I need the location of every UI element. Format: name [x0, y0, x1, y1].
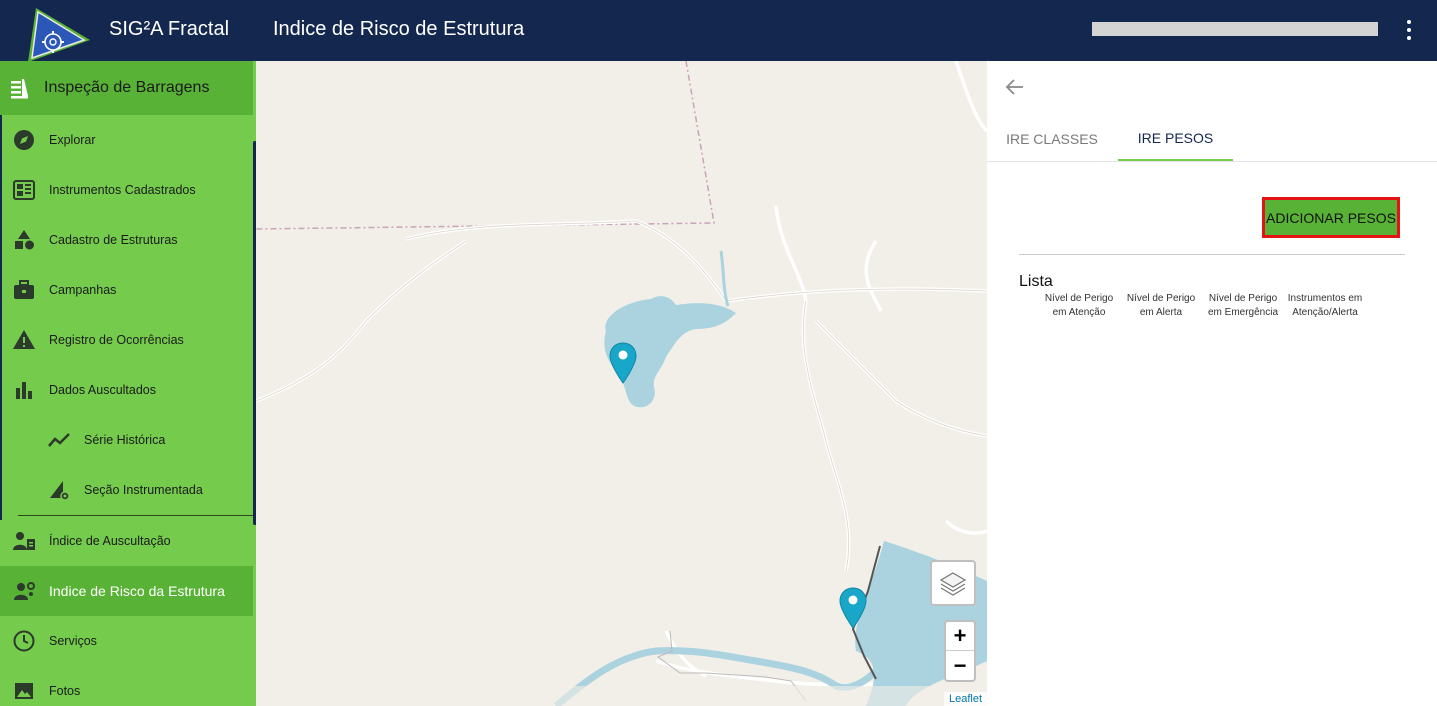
sidebar: Inspeção de Barragens Explorar Instrumen… [0, 61, 256, 706]
clock-icon [13, 630, 35, 652]
sidebar-item-campanhas[interactable]: Campanhas [0, 265, 253, 315]
divider [1019, 254, 1405, 255]
sidebar-item-label: Instrumentos Cadastrados [49, 183, 196, 197]
sidebar-item-fotos[interactable]: Fotos [0, 666, 253, 706]
column-header-line: Nível de Perigo [1044, 293, 1114, 304]
map-view[interactable]: + − Leaflet [256, 61, 987, 706]
sidebar-item-label: Dados Auscultados [49, 383, 157, 397]
column-header-line: Atenção/Alerta [1292, 307, 1358, 318]
shapes-icon [15, 230, 34, 250]
layers-icon [939, 572, 967, 596]
layers-control-button[interactable] [930, 560, 976, 606]
sidebar-item-indice-risco[interactable]: Indice de Risco da Estrutura [0, 566, 253, 616]
sidebar-item-label: Campanhas [49, 283, 117, 297]
sidebar-item-label: Serviços [49, 634, 97, 648]
user-name-placeholder [1092, 22, 1378, 36]
sidebar-item-serie-historica[interactable]: Série Histórica [0, 415, 253, 465]
sidebar-item-label: Explorar [49, 133, 96, 147]
compass-icon [14, 130, 34, 150]
sidebar-item-cadastro-estruturas[interactable]: Cadastro de Estruturas [0, 215, 253, 265]
sidebar-item-label: Indice de Risco da Estrutura [49, 583, 225, 599]
section-gear-icon [50, 481, 70, 501]
column-header-line: Nível de Perigo [1126, 293, 1196, 304]
sidebar-item-servicos[interactable]: Serviços [0, 616, 253, 666]
page-title: Indice de Risco de Estrutura [273, 18, 525, 40]
app-header: SIG²A Fractal Indice de Risco de Estrutu… [0, 0, 1437, 64]
sidebar-item-dados-auscultados[interactable]: Dados Auscultados [0, 365, 253, 415]
column-header-line: em Emergência [1207, 307, 1279, 318]
gear-triangle-logo-icon[interactable] [20, 2, 94, 64]
sidebar-item-label: Série Histórica [84, 433, 166, 447]
sidebar-item-label: Fotos [49, 684, 81, 698]
map-marker-icon[interactable] [608, 341, 638, 387]
sidebar-item-instrumentos[interactable]: Instrumentos Cadastrados [0, 165, 253, 215]
column-header-emergencia[interactable]: Nível de Perigo em Emergência [1202, 292, 1284, 320]
sidebar-item-secao-instrumentada[interactable]: Seção Instrumentada [0, 465, 253, 515]
tab-ire-classes[interactable]: IRE CLASSES [999, 117, 1105, 161]
person-gear-icon [14, 582, 35, 600]
column-header-instrumentos[interactable]: Instrumentos em Atenção/Alerta [1284, 292, 1366, 320]
dashboard-icon [13, 180, 35, 200]
photo-icon [15, 683, 33, 699]
sidebar-module-title: Inspeção de Barragens [44, 79, 210, 96]
zoom-control: + − [944, 620, 976, 682]
zoom-in-button[interactable]: + [946, 622, 974, 651]
map-marker-icon[interactable] [838, 586, 868, 632]
warning-icon [13, 330, 35, 349]
dam-module-icon [11, 79, 28, 99]
add-weights-button[interactable]: ADICIONAR PESOS [1262, 197, 1400, 238]
list-title: Lista [1019, 273, 1053, 290]
sidebar-module-header[interactable]: Inspeção de Barragens [0, 61, 253, 115]
column-header-line: Nível de Perigo [1208, 293, 1278, 304]
column-header-line: em Atenção [1052, 307, 1106, 318]
app-title: SIG²A Fractal [109, 18, 230, 40]
sidebar-item-explorar[interactable]: Explorar [0, 115, 253, 165]
column-header-line: Instrumentos em [1287, 293, 1363, 304]
column-header-line: em Alerta [1139, 307, 1183, 318]
map-attribution-link[interactable]: Leaflet [943, 692, 987, 706]
more-vert-icon[interactable] [1398, 17, 1420, 43]
sidebar-item-label: Seção Instrumentada [84, 483, 203, 497]
tab-bar: IRE CLASSES IRE PESOS [987, 117, 1437, 162]
trend-line-icon [48, 433, 70, 447]
briefcase-icon [14, 280, 34, 299]
person-clipboard-icon [13, 532, 35, 550]
sidebar-item-registro-ocorrencias[interactable]: Registro de Ocorrências [0, 315, 253, 365]
column-header-atencao[interactable]: Nível de Perigo em Atenção [1038, 292, 1120, 320]
back-arrow-icon[interactable] [1003, 75, 1027, 99]
sidebar-item-label: Cadastro de Estruturas [49, 233, 178, 247]
sidebar-item-indice-auscultacao[interactable]: Índice de Auscultação [0, 516, 253, 566]
zoom-out-button[interactable]: − [946, 651, 974, 680]
tab-ire-pesos[interactable]: IRE PESOS [1118, 117, 1233, 161]
side-panel: IRE CLASSES IRE PESOS ADICIONAR PESOS Li… [987, 61, 1437, 706]
sidebar-item-label: Índice de Auscultação [49, 534, 171, 548]
column-header-alerta[interactable]: Nível de Perigo em Alerta [1120, 292, 1202, 320]
sidebar-item-label: Registro de Ocorrências [49, 333, 184, 347]
bar-chart-icon [16, 382, 32, 399]
